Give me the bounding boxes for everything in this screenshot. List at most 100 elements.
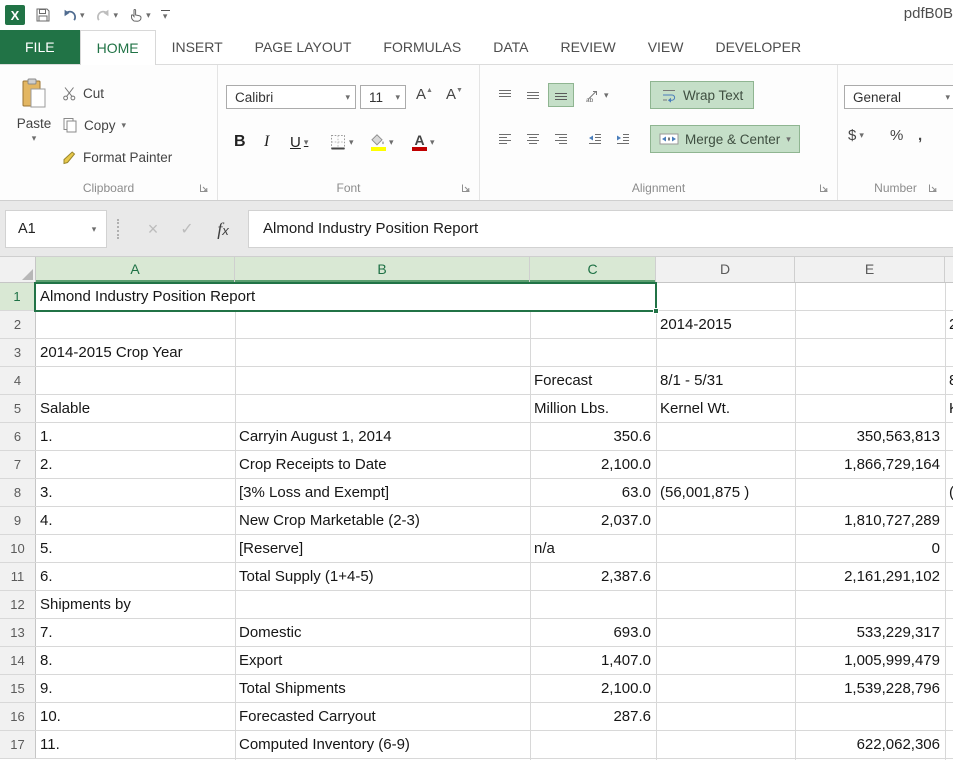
tab-file[interactable]: FILE [0,30,80,64]
column-header-b[interactable]: B [235,257,530,282]
cell-B8[interactable]: [3% Loss and Exempt] [235,479,530,506]
cell-A3[interactable]: 2014-2015 Crop Year [36,339,235,366]
cell-A14[interactable]: 8. [36,647,235,674]
increase-font-button[interactable]: A▲ [416,86,433,103]
cell-F5[interactable]: K [945,395,953,422]
increase-indent-button[interactable] [610,127,636,151]
formula-input[interactable]: Almond Industry Position Report [248,210,953,248]
clipboard-dialog-launcher[interactable] [198,181,212,195]
redo-button[interactable]: ▾ [95,8,119,23]
cell-C14[interactable]: 1,407.0 [530,647,656,674]
format-painter-button[interactable]: Format Painter [62,145,172,169]
row-header-15[interactable]: 15 [0,675,36,702]
cell-E15[interactable]: 1,539,228,796 [795,675,945,702]
align-left-button[interactable] [492,127,518,151]
row-header-16[interactable]: 16 [0,703,36,730]
row-header-5[interactable]: 5 [0,395,36,422]
alignment-dialog-launcher[interactable] [818,181,832,195]
cell-D4[interactable]: 8/1 - 5/31 [656,367,795,394]
font-size-select[interactable]: 11 ▾ [360,85,406,109]
align-middle-button[interactable] [520,83,546,107]
cell-C5[interactable]: Million Lbs. [530,395,656,422]
cell-A16[interactable]: 10. [36,703,235,730]
cell-B17[interactable]: Computed Inventory (6-9) [235,731,530,758]
insert-function-button[interactable]: fx [208,213,238,245]
cancel-button[interactable]: × [138,213,168,245]
cell-A9[interactable]: 4. [36,507,235,534]
column-header-e[interactable]: E [795,257,945,282]
cell-E14[interactable]: 1,005,999,479 [795,647,945,674]
cell-B9[interactable]: New Crop Marketable (2-3) [235,507,530,534]
column-header-a[interactable]: A [36,257,235,282]
tab-view[interactable]: VIEW [632,30,700,64]
cell-C16[interactable]: 287.6 [530,703,656,730]
number-format-select[interactable]: General ▾ [844,85,953,109]
cell-E11[interactable]: 2,161,291,102 [795,563,945,590]
cell-C8[interactable]: 63.0 [530,479,656,506]
cell-A5[interactable]: Salable [36,395,235,422]
column-header-f[interactable]: F [945,257,953,282]
font-dialog-launcher[interactable] [460,181,474,195]
cell-F4[interactable]: 8 [945,367,953,394]
cell-C11[interactable]: 2,387.6 [530,563,656,590]
row-header-14[interactable]: 14 [0,647,36,674]
cell-C9[interactable]: 2,037.0 [530,507,656,534]
align-top-button[interactable] [492,83,518,107]
cell-F8[interactable]: ( [945,479,953,506]
tab-home[interactable]: HOME [80,30,156,65]
copy-button[interactable]: Copy ▾ [62,113,126,137]
align-right-button[interactable] [548,127,574,151]
cell-A1[interactable]: Almond Industry Position Report [34,282,657,312]
paste-button[interactable]: Paste ▾ [8,71,60,177]
cell-A8[interactable]: 3. [36,479,235,506]
qat-customize-button[interactable]: ▾ [161,10,170,21]
merge-center-button[interactable]: Merge & Center ▾ [650,125,800,153]
underline-button[interactable]: U▾ [290,129,308,155]
cell-D8[interactable]: (56,001,875 ) [656,479,795,506]
cell-E7[interactable]: 1,866,729,164 [795,451,945,478]
row-header-9[interactable]: 9 [0,507,36,534]
tab-review[interactable]: REVIEW [544,30,631,64]
tab-insert[interactable]: INSERT [156,30,239,64]
cell-A15[interactable]: 9. [36,675,235,702]
name-box[interactable]: A1 ▾ [5,210,107,248]
row-header-2[interactable]: 2 [0,311,36,338]
column-header-c[interactable]: C [530,257,656,282]
cell-B15[interactable]: Total Shipments [235,675,530,702]
row-header-4[interactable]: 4 [0,367,36,394]
cell-B13[interactable]: Domestic [235,619,530,646]
select-all-corner[interactable] [0,257,36,283]
cell-A13[interactable]: 7. [36,619,235,646]
cell-A7[interactable]: 2. [36,451,235,478]
cell-A11[interactable]: 6. [36,563,235,590]
tab-page-layout[interactable]: PAGE LAYOUT [239,30,368,64]
align-bottom-button[interactable] [548,83,574,107]
fill-handle[interactable] [653,308,659,314]
row-header-12[interactable]: 12 [0,591,36,618]
decrease-indent-button[interactable] [582,127,608,151]
cell-B10[interactable]: [Reserve] [235,535,530,562]
comma-style-button[interactable]: , [918,127,922,144]
row-header-3[interactable]: 3 [0,339,36,366]
tab-developer[interactable]: DEVELOPER [699,30,817,64]
cell-A10[interactable]: 5. [36,535,235,562]
save-button[interactable] [35,7,51,23]
borders-button[interactable]: ▾ [330,129,354,155]
row-header-10[interactable]: 10 [0,535,36,562]
font-name-select[interactable]: Calibri ▾ [226,85,356,109]
cell-B7[interactable]: Crop Receipts to Date [235,451,530,478]
cell-A6[interactable]: 1. [36,423,235,450]
cell-D2[interactable]: 2014-2015 [656,311,795,338]
fill-color-button[interactable]: ▾ [370,129,394,155]
cell-E10[interactable]: 0 [795,535,945,562]
cell-B6[interactable]: Carryin August 1, 2014 [235,423,530,450]
excel-app-icon[interactable]: X [5,5,25,25]
cell-B16[interactable]: Forecasted Carryout [235,703,530,730]
row-header-8[interactable]: 8 [0,479,36,506]
cell-C6[interactable]: 350.6 [530,423,656,450]
column-header-d[interactable]: D [656,257,795,282]
cell-C4[interactable]: Forecast [530,367,656,394]
cut-button[interactable]: Cut [62,81,104,105]
number-dialog-launcher[interactable] [927,181,941,195]
cell-C13[interactable]: 693.0 [530,619,656,646]
